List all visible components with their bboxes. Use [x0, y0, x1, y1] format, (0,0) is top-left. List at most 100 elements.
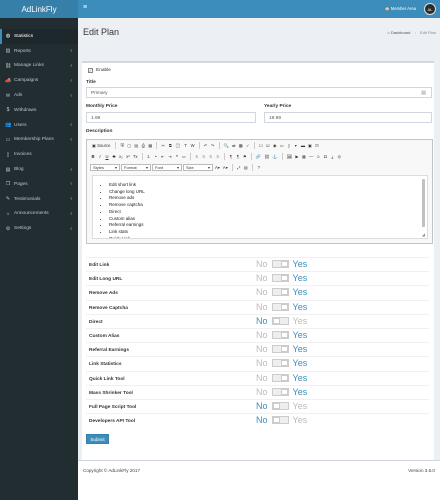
feature-toggle[interactable]: No Yes — [256, 316, 307, 326]
toggle-track[interactable] — [271, 373, 289, 382]
toggle-yes-label[interactable]: Yes — [293, 358, 308, 368]
toggle-no-label[interactable]: No — [256, 330, 268, 340]
toggle-knob[interactable] — [280, 374, 288, 381]
toggle-no-label[interactable]: No — [256, 401, 268, 411]
toggle-track[interactable] — [271, 331, 289, 339]
toggle-knob[interactable] — [280, 346, 288, 353]
toggle-yes-label[interactable]: Yes — [293, 344, 308, 354]
sidebar-item-announcements[interactable]: ☼ Announcements ‹ — [0, 207, 78, 222]
toggle-yes-label[interactable]: Yes — [293, 302, 308, 312]
sidebar-item-manage-links[interactable]: ⛓ Manage Links ‹ — [0, 59, 78, 74]
submit-button[interactable]: Submit — [86, 434, 109, 444]
textarea-icon[interactable]: ▯ — [286, 142, 292, 150]
font-dropdown[interactable]: Font ▾ — [152, 164, 182, 171]
toggle-knob[interactable] — [280, 303, 288, 310]
toggle-track[interactable] — [271, 402, 289, 410]
sidebar-item-membership-plans[interactable]: ▭ Membership Plans ‹ — [0, 133, 78, 148]
feature-toggle[interactable]: No Yes — [256, 259, 307, 269]
new-page-icon[interactable]: ▢ — [126, 142, 132, 150]
paste-text-icon[interactable]: T — [183, 142, 189, 150]
image-icon[interactable]: 🖼 — [286, 153, 293, 161]
save-icon[interactable]: 🖫 — [119, 142, 125, 150]
toggle-knob[interactable] — [280, 261, 288, 267]
justify-icon[interactable]: ≡ — [215, 153, 221, 161]
toggle-no-label[interactable]: No — [256, 259, 268, 269]
copy-icon[interactable]: ⧉ — [167, 142, 173, 150]
print-icon[interactable]: ⎙ — [140, 142, 146, 150]
source-button[interactable]: ▣ Source — [90, 142, 112, 150]
avatar[interactable]: AL — [424, 3, 436, 15]
feature-toggle[interactable]: No Yes — [256, 358, 307, 368]
toggle-knob[interactable] — [272, 317, 280, 324]
toggle-track[interactable] — [271, 416, 289, 425]
templates-icon[interactable]: ▦ — [147, 142, 153, 150]
select-all-icon[interactable]: ▩ — [238, 142, 244, 150]
feature-toggle[interactable]: No Yes — [256, 344, 307, 354]
enable-checkbox-row[interactable]: ✓ Enable — [88, 68, 111, 73]
toggle-knob[interactable] — [280, 275, 288, 282]
toggle-knob[interactable] — [280, 388, 288, 395]
toggle-no-label[interactable]: No — [256, 358, 268, 368]
resize-handle-icon[interactable]: ◢ — [422, 232, 425, 237]
flash-icon[interactable]: ▶ — [294, 153, 300, 161]
blockquote-icon[interactable]: ❝ — [174, 153, 180, 161]
hidden-field-icon[interactable]: ⊡ — [314, 142, 320, 150]
member-area-link[interactable]: 🏠 Member Area — [384, 6, 416, 12]
paste-word-icon[interactable]: W — [190, 142, 196, 150]
sidebar-item-testimonials[interactable]: ✎ Testimonials ‹ — [0, 192, 78, 207]
sidebar-item-pages[interactable]: ❐ Pages ‹ — [0, 177, 78, 192]
toggle-yes-label[interactable]: Yes — [293, 273, 308, 283]
feature-toggle[interactable]: No Yes — [256, 415, 307, 425]
yearly-price-input[interactable]: 19.99 — [264, 112, 432, 123]
toggle-track[interactable] — [271, 288, 289, 297]
bold-icon[interactable]: B — [90, 153, 96, 161]
feature-toggle[interactable]: No Yes — [256, 302, 307, 312]
find-icon[interactable]: 🔍 — [223, 142, 230, 150]
image-button-icon[interactable]: ▣ — [307, 142, 313, 150]
bg-color-icon[interactable]: A▾ — [222, 164, 229, 172]
anchor-icon[interactable]: ⚓ — [271, 153, 278, 161]
show-blocks-icon[interactable]: ▤ — [243, 164, 249, 172]
toggle-knob[interactable] — [272, 417, 280, 424]
ltr-icon[interactable]: ¶ — [228, 153, 234, 161]
radio-icon[interactable]: ◉ — [272, 142, 278, 150]
toggle-yes-label[interactable]: Yes — [293, 373, 308, 383]
toggle-track[interactable] — [271, 345, 289, 354]
feature-toggle[interactable]: No Yes — [256, 401, 307, 411]
toggle-yes-label[interactable]: Yes — [293, 287, 308, 297]
toggle-no-label[interactable]: No — [256, 316, 268, 326]
smiley-icon[interactable]: ☺ — [315, 153, 321, 161]
rtl-icon[interactable]: ¶ — [235, 153, 241, 161]
sidebar-item-users[interactable]: 👥 Users ‹ — [0, 118, 78, 133]
outdent-icon[interactable]: ⇤ — [160, 153, 166, 161]
app-logo[interactable]: AdLinkFly — [0, 0, 78, 18]
toggle-knob[interactable] — [280, 289, 288, 296]
sidebar-item-ads[interactable]: ✉ Ads ‹ — [0, 88, 78, 103]
paste-icon[interactable]: 📋 — [174, 142, 181, 150]
feature-toggle[interactable]: No Yes — [256, 330, 307, 340]
select-field-icon[interactable]: ▾ — [293, 142, 299, 150]
editor-content-area[interactable]: Edit short linkChange long URLRemove ads… — [92, 175, 428, 239]
toggle-yes-label[interactable]: Yes — [293, 330, 308, 340]
sidebar-item-blog[interactable]: ▤ Blog ‹ — [0, 162, 78, 177]
horizontal-line-icon[interactable]: — — [308, 153, 314, 161]
replace-icon[interactable]: ⇄ — [231, 142, 237, 150]
toggle-knob[interactable] — [280, 360, 288, 367]
align-left-icon[interactable]: ≡ — [194, 153, 200, 161]
superscript-icon[interactable]: x² — [125, 153, 131, 161]
link-icon[interactable]: 🔗 — [255, 153, 262, 161]
toggle-no-label[interactable]: No — [256, 344, 268, 354]
bulleted-list-icon[interactable]: • — [153, 153, 159, 161]
cut-icon[interactable]: ✂ — [160, 142, 166, 150]
sidebar-item-statistics[interactable]: ◍ Statistics — [0, 29, 78, 44]
title-input[interactable]: Primary ▤ — [86, 87, 432, 98]
toggle-no-label[interactable]: No — [256, 373, 268, 383]
checkbox-icon[interactable]: ☑ — [265, 142, 271, 150]
toggle-track[interactable] — [271, 316, 289, 325]
toggle-no-label[interactable]: No — [256, 302, 268, 312]
monthly-price-input[interactable]: 1.99 — [86, 112, 256, 123]
iframe-icon[interactable]: ◎ — [336, 153, 342, 161]
size-dropdown[interactable]: Size ▾ — [183, 164, 213, 171]
indent-icon[interactable]: ⇥ — [167, 153, 173, 161]
toggle-track[interactable] — [271, 302, 289, 311]
